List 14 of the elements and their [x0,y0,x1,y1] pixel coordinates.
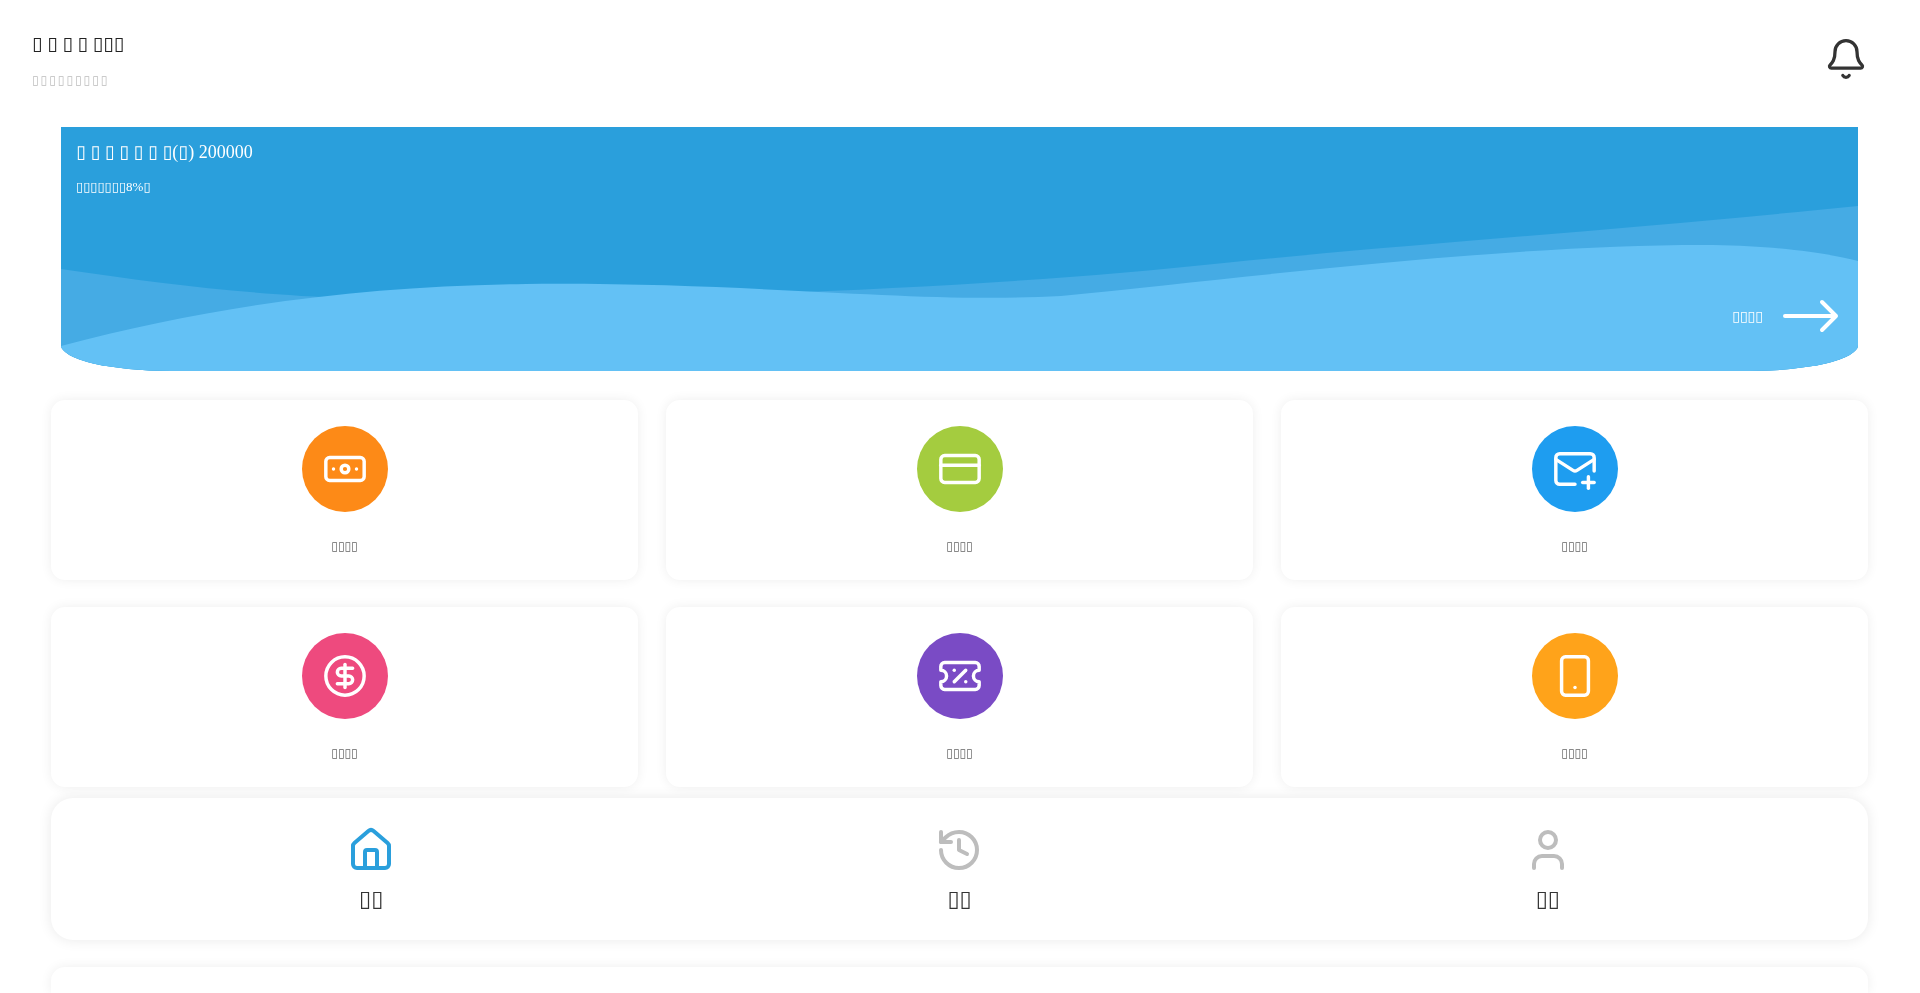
menu-card[interactable]: ▯▯▯▯ [51,400,638,581]
menu-card[interactable]: ▯▯▯▯ [51,607,638,788]
menu-card[interactable]: ▯▯▯▯ [1281,400,1868,581]
banner-title: ▯ ▯ ▯ ▯ ▯ ▯ ▯(▯) 200000 [76,140,254,164]
banner-subtitle: ▯▯▯▯▯▯▯8%▯ [76,177,152,196]
page-subtitle: ▯▯▯▯▯▯▯▯▯ [32,72,111,88]
arrow-right-icon [1783,299,1839,334]
nav-tab[interactable]: ▯▯ [665,798,1254,940]
menu-card[interactable]: ▯▯▯▯ [666,400,1253,581]
nav-tab[interactable]: ▯▯ [77,798,666,940]
menu-card[interactable]: ▯▯▯▯ [666,607,1253,788]
menu-card[interactable]: ▯▯▯▯ [1281,607,1868,788]
page-title: ▯ ▯ ▯ ▯ ▯▯▯ [32,32,125,56]
nav-tab[interactable]: ▯▯ [1253,798,1842,940]
